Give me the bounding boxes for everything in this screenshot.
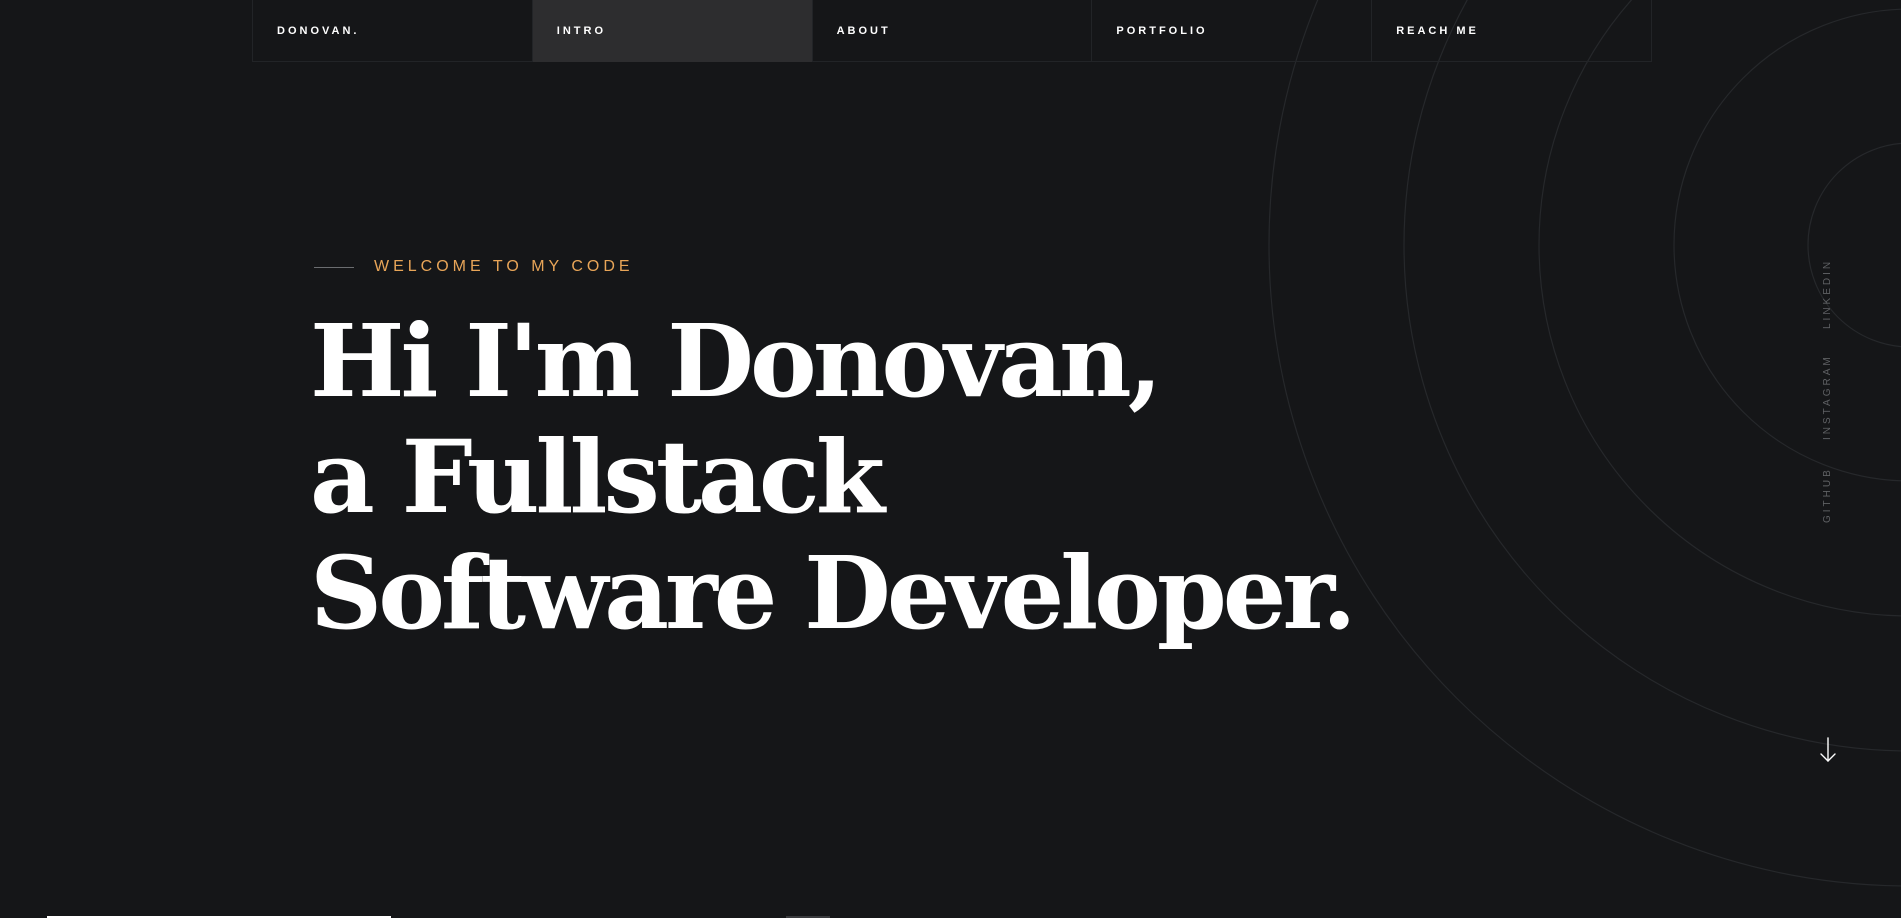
brand-label: DONOVAN. — [277, 25, 360, 37]
nav-item-portfolio[interactable]: PORTFOLIO — [1092, 0, 1373, 62]
social-link-linkedin[interactable]: LINKEDIN — [1815, 258, 1841, 330]
nav-item-about[interactable]: ABOUT — [813, 0, 1093, 62]
headline-line-2: a Fullstack — [310, 418, 885, 536]
nav-item-label: ABOUT — [836, 25, 891, 37]
nav-item-reach-me[interactable]: REACH ME — [1372, 0, 1651, 62]
page: DONOVAN. INTRO ABOUT PORTFOLIO REACH ME … — [0, 0, 1901, 918]
eyebrow-divider — [314, 266, 354, 268]
hero-headline: Hi I'm Donovan, a Fullstack Software Dev… — [310, 302, 1357, 652]
nav-item-label: PORTFOLIO — [1116, 25, 1208, 37]
hero-eyebrow: WELCOME TO MY CODE — [314, 258, 634, 276]
nav-item-label: INTRO — [556, 25, 607, 37]
eyebrow-text: WELCOME TO MY CODE — [374, 258, 634, 275]
nav-brand[interactable]: DONOVAN. — [253, 0, 533, 62]
top-navigation: DONOVAN. INTRO ABOUT PORTFOLIO REACH ME — [252, 0, 1652, 62]
headline-line-1: Hi I'm Donovan, — [310, 302, 1163, 420]
social-link-github[interactable]: GITHUB — [1815, 464, 1841, 526]
social-link-instagram[interactable]: INSTAGRAM — [1815, 354, 1841, 440]
headline-line-3: Software Developer. — [310, 534, 1357, 652]
nav-item-label: REACH ME — [1396, 25, 1479, 37]
nav-item-intro[interactable]: INTRO — [532, 0, 813, 62]
social-links: LINKEDIN INSTAGRAM GITHUB — [1815, 258, 1841, 526]
scroll-down-button[interactable] — [1818, 736, 1838, 764]
arrow-down-icon — [1820, 737, 1836, 762]
